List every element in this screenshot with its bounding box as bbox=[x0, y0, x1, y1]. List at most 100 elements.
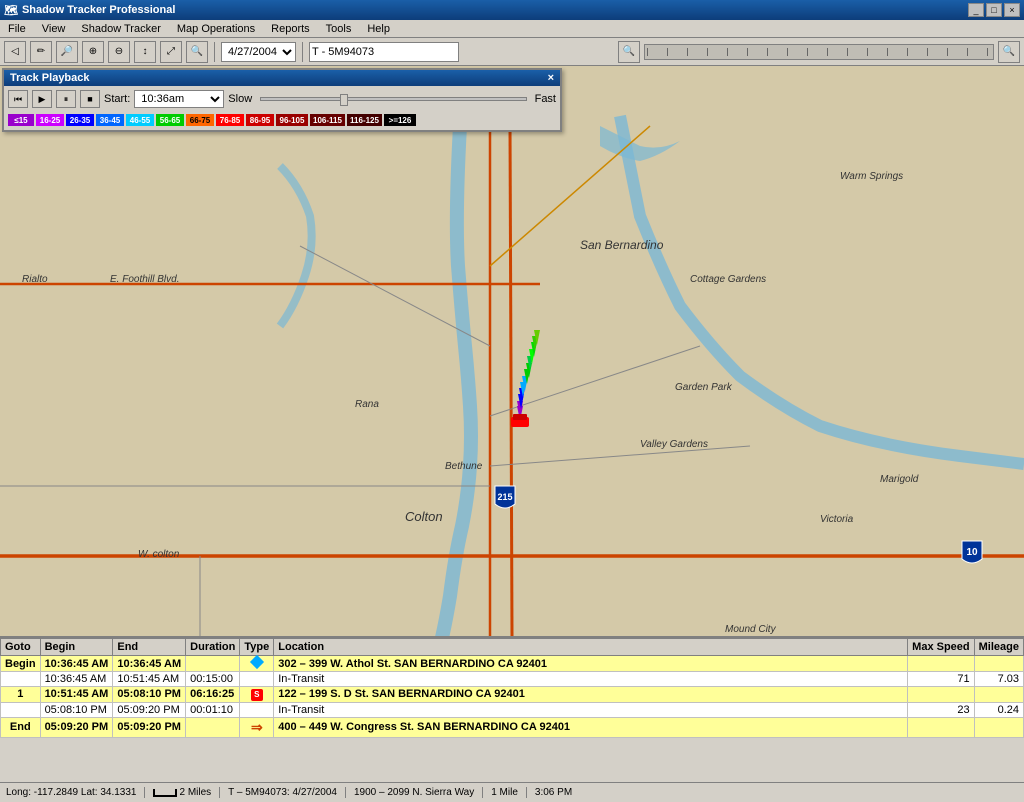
table-row: 1 10:51:45 AM 05:08:10 PM 06:16:25 S 122… bbox=[1, 687, 1024, 703]
cell-type: ⇒ bbox=[240, 717, 274, 737]
maximize-button[interactable]: □ bbox=[986, 3, 1002, 17]
col-mileage: Mileage bbox=[974, 639, 1023, 656]
speed-slider[interactable] bbox=[260, 97, 526, 101]
place-warm-springs: Warm Springs bbox=[840, 171, 903, 182]
speed-box-9: 86-95 bbox=[246, 114, 274, 126]
toolbar-sep-2 bbox=[302, 42, 303, 62]
toolbar-btn-4[interactable]: ⊕ bbox=[82, 41, 104, 63]
scale-text: 2 Miles bbox=[179, 787, 211, 798]
start-time-selector[interactable]: 10:36am bbox=[134, 90, 224, 108]
track-playback-title-bar: Track Playback × bbox=[4, 70, 560, 86]
title-bar: 🗺 Shadow Tracker Professional _ □ × bbox=[0, 0, 1024, 20]
place-victoria: Victoria bbox=[820, 514, 853, 525]
track-playback-close[interactable]: × bbox=[548, 72, 554, 84]
svg-text:215: 215 bbox=[497, 492, 512, 502]
cell-location: 302 – 399 W. Athol St. SAN BERNARDINO CA… bbox=[274, 656, 908, 672]
vehicle-input[interactable] bbox=[309, 42, 459, 62]
place-cottage-gardens: Cottage Gardens bbox=[690, 274, 766, 285]
title-bar-left: 🗺 Shadow Tracker Professional bbox=[4, 4, 175, 17]
cell-location: 400 – 449 W. Congress St. SAN BERNARDINO… bbox=[274, 717, 908, 737]
stop-icon: S bbox=[251, 689, 263, 701]
cell-goto[interactable]: Begin bbox=[1, 656, 41, 672]
cell-duration: 00:15:00 bbox=[186, 672, 240, 687]
menu-help[interactable]: Help bbox=[363, 22, 394, 36]
place-mound-city: Mound City bbox=[725, 624, 776, 635]
cell-max-speed bbox=[908, 717, 974, 737]
track-playback-panel: Track Playback × ⏮ ▶ ⏸ ■ Start: 10:36am … bbox=[2, 68, 562, 132]
col-end: End bbox=[113, 639, 186, 656]
menu-bar: File View Shadow Tracker Map Operations … bbox=[0, 20, 1024, 38]
speed-box-11: 106-115 bbox=[310, 114, 345, 126]
data-table-container: Goto Begin End Duration Type Location Ma… bbox=[0, 636, 1024, 782]
menu-view[interactable]: View bbox=[38, 22, 70, 36]
cell-type bbox=[240, 702, 274, 717]
app-icon: 🗺 bbox=[4, 4, 18, 17]
toolbar-btn-7[interactable]: ⤢ bbox=[160, 41, 182, 63]
col-max-speed: Max Speed bbox=[908, 639, 974, 656]
cell-mileage: 0.24 bbox=[974, 702, 1023, 717]
cell-goto bbox=[1, 702, 41, 717]
minimize-button[interactable]: _ bbox=[968, 3, 984, 17]
toolbar-btn-6[interactable]: ↕ bbox=[134, 41, 156, 63]
toolbar-btn-1[interactable]: ◁ bbox=[4, 41, 26, 63]
title-bar-controls: _ □ × bbox=[968, 3, 1020, 17]
rewind-button[interactable]: ⏮ bbox=[8, 90, 28, 108]
speed-legend: ≤15 16-25 26-35 36-45 46-55 56-65 66-75 … bbox=[4, 112, 560, 130]
diamond-icon bbox=[250, 655, 264, 669]
scale-bar: 2 Miles bbox=[153, 787, 211, 798]
vehicle-section: T – 5M94073: 4/27/2004 bbox=[228, 787, 346, 798]
table-header-row: Goto Begin End Duration Type Location Ma… bbox=[1, 639, 1024, 656]
speed-box-10: 96-105 bbox=[276, 114, 308, 126]
toolbar-btn-5[interactable]: ⊖ bbox=[108, 41, 130, 63]
speed-box-2: 16-25 bbox=[36, 114, 64, 126]
play-button[interactable]: ▶ bbox=[32, 90, 52, 108]
menu-file[interactable]: File bbox=[4, 22, 30, 36]
fast-label: Fast bbox=[535, 93, 556, 105]
zoom-search-btn[interactable]: 🔍 bbox=[618, 41, 640, 63]
speed-box-5: 46-55 bbox=[126, 114, 154, 126]
menu-map-operations[interactable]: Map Operations bbox=[173, 22, 259, 36]
window-title: Shadow Tracker Professional bbox=[22, 4, 175, 16]
speed-knob[interactable] bbox=[340, 94, 348, 106]
date-selector[interactable]: 4/27/2004 bbox=[221, 42, 296, 62]
cell-mileage: 7.03 bbox=[974, 672, 1023, 687]
toolbar: ◁ ✏ 🔎 ⊕ ⊖ ↕ ⤢ 🔍 4/27/2004 🔍 🔍 bbox=[0, 38, 1024, 66]
cell-goto[interactable]: End bbox=[1, 717, 41, 737]
toolbar-btn-8[interactable]: 🔍 bbox=[186, 41, 208, 63]
close-button[interactable]: × bbox=[1004, 3, 1020, 17]
cell-mileage bbox=[974, 717, 1023, 737]
cell-mileage bbox=[974, 687, 1023, 703]
table-row: 05:08:10 PM 05:09:20 PM 00:01:10 In-Tran… bbox=[1, 702, 1024, 717]
place-w-colton: W. colton bbox=[138, 549, 179, 560]
speed-box-7: 66-75 bbox=[186, 114, 214, 126]
toolbar-btn-2[interactable]: ✏ bbox=[30, 41, 52, 63]
stop-button[interactable]: ■ bbox=[80, 90, 100, 108]
cell-duration bbox=[186, 717, 240, 737]
scale-section: 2 Miles bbox=[153, 787, 220, 798]
track-arrows bbox=[475, 321, 565, 431]
cell-max-speed: 23 bbox=[908, 702, 974, 717]
zoom-out-btn[interactable]: 🔍 bbox=[998, 41, 1020, 63]
place-marigold: Marigold bbox=[880, 474, 918, 485]
cell-end: 10:51:45 AM bbox=[113, 672, 186, 687]
pause-button[interactable]: ⏸ bbox=[56, 90, 76, 108]
coords-text: Long: -117.2849 Lat: 34.1331 bbox=[6, 787, 136, 798]
cell-end: 05:09:20 PM bbox=[113, 717, 186, 737]
address-text: 1900 – 2099 N. Sierra Way bbox=[354, 787, 474, 798]
cell-goto[interactable]: 1 bbox=[1, 687, 41, 703]
table-row: 10:36:45 AM 10:51:45 AM 00:15:00 In-Tran… bbox=[1, 672, 1024, 687]
place-foothill: E. Foothill Blvd. bbox=[110, 274, 179, 285]
table-row: End 05:09:20 PM 05:09:20 PM ⇒ 400 – 449 … bbox=[1, 717, 1024, 737]
cell-max-speed bbox=[908, 656, 974, 672]
menu-tools[interactable]: Tools bbox=[322, 22, 356, 36]
menu-reports[interactable]: Reports bbox=[267, 22, 314, 36]
menu-shadow-tracker[interactable]: Shadow Tracker bbox=[77, 22, 164, 36]
svg-text:10: 10 bbox=[966, 547, 978, 558]
col-type: Type bbox=[240, 639, 274, 656]
cell-type bbox=[240, 656, 274, 672]
speed-box-4: 36-45 bbox=[96, 114, 124, 126]
map-container: Track Playback × ⏮ ▶ ⏸ ■ Start: 10:36am … bbox=[0, 66, 1024, 636]
speed-box-12: 116-125 bbox=[347, 114, 382, 126]
cell-max-speed bbox=[908, 687, 974, 703]
toolbar-btn-3[interactable]: 🔎 bbox=[56, 41, 78, 63]
